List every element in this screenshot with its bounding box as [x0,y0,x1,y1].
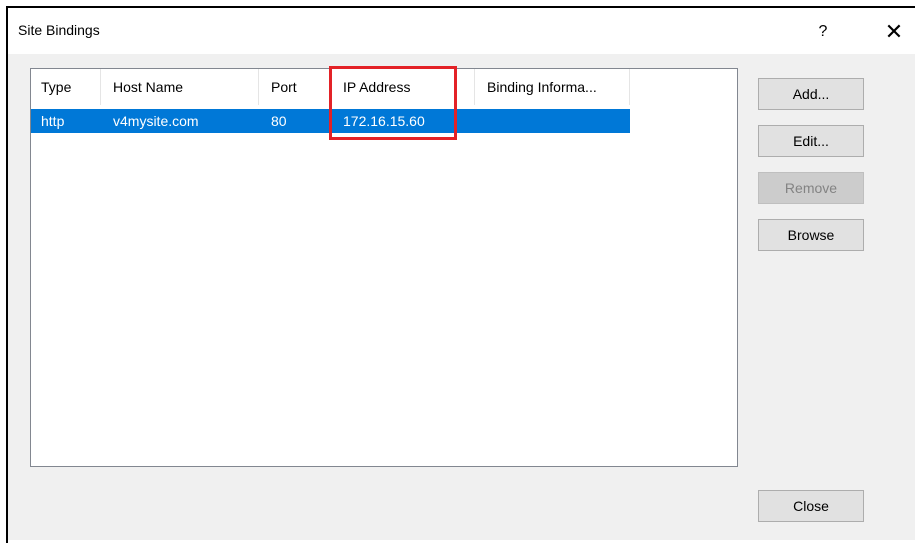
cell-binding-information [477,109,630,133]
site-bindings-dialog: Site Bindings ? ✕ Type Host Name Port IP… [6,6,915,543]
dialog-title: Site Bindings [18,22,100,38]
cell-port: 80 [271,113,287,129]
ip-address-highlight-box [329,66,457,140]
column-header-binding-information[interactable]: Binding Informa... [477,69,630,105]
edit-button[interactable]: Edit... [758,125,864,157]
close-button[interactable]: Close [758,490,864,522]
cell-host-name: v4mysite.com [113,113,199,129]
column-header-type[interactable]: Type [31,69,101,105]
column-header-host-name[interactable]: Host Name [103,69,259,105]
close-icon[interactable]: ✕ [874,12,914,52]
cell-type: http [41,113,65,129]
add-button[interactable]: Add... [758,78,864,110]
help-button[interactable]: ? [803,12,843,52]
browse-button[interactable]: Browse [758,219,864,251]
remove-button[interactable]: Remove [758,172,864,204]
column-header-port[interactable]: Port [261,69,331,105]
title-bar: Site Bindings ? ✕ [8,8,915,54]
